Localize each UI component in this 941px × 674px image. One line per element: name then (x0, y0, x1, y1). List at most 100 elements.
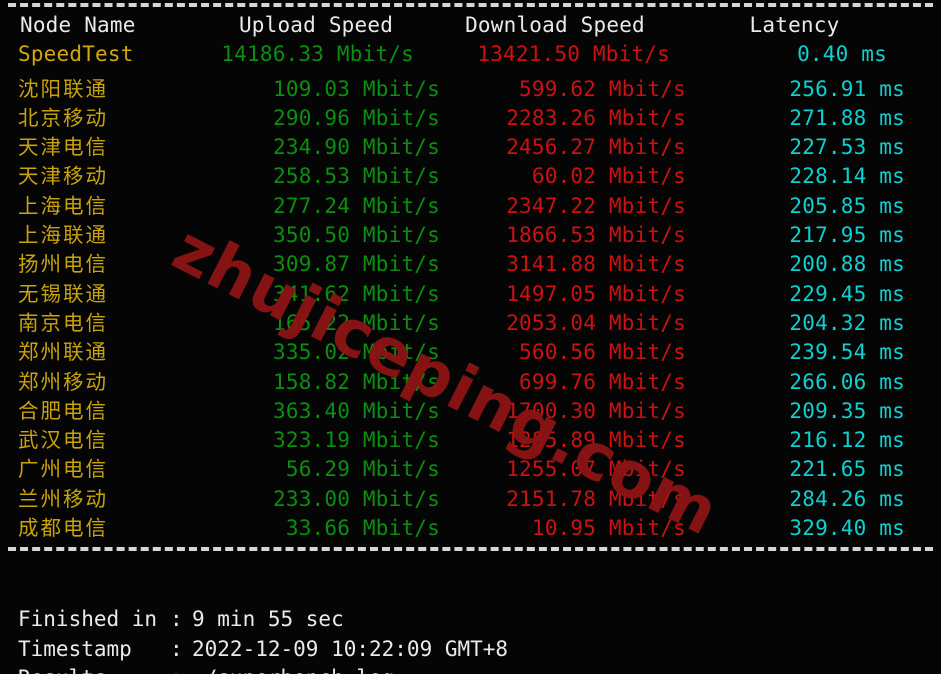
summary-value: ./superbench.log (192, 666, 394, 674)
table-row: 南京电信 165.22 Mbit/s 2053.04 Mbit/s 204.32 ms (0, 306, 941, 335)
table-row: 郑州移动 158.82 Mbit/s 699.76 Mbit/s 266.06 ms (0, 365, 941, 394)
cell-node-name: 北京移动 (18, 105, 108, 130)
summary-colon: : (170, 636, 183, 661)
cell-node-name: 无锡联通 (18, 281, 108, 306)
cell-download-speed: 1866.53 Mbit/s (506, 223, 686, 248)
table-row: 武汉电信 323.19 Mbit/s 1285.89 Mbit/s 216.12 ms (0, 423, 941, 452)
cell-node-name: 广州电信 (18, 457, 108, 482)
cell-download-speed: 1285.89 Mbit/s (506, 428, 686, 453)
table-row: 天津电信 234.90 Mbit/s 2456.27 Mbit/s 227.53 ms (0, 130, 941, 159)
cell-upload-speed: 258.53 Mbit/s (273, 164, 440, 189)
cell-latency: 284.26 ms (789, 486, 905, 511)
cell-node-name: 兰州移动 (18, 486, 108, 511)
column-header-upload-speed: Upload Speed (238, 13, 394, 37)
cell-latency: 229.45 ms (789, 281, 905, 306)
summary-colon: : (170, 666, 192, 674)
cell-download-speed: 699.76 Mbit/s (519, 369, 686, 394)
cell-upload-speed: 277.24 Mbit/s (273, 193, 440, 218)
table-row: 兰州移动 233.00 Mbit/s 2151.78 Mbit/s 284.26 ms (0, 482, 941, 511)
cell-latency: 221.65 ms (789, 457, 905, 482)
cell-latency: 228.14 ms (789, 164, 905, 189)
summary-value: 9 min 55 sec (192, 607, 344, 632)
cell-node-name: 成都电信 (18, 516, 108, 541)
cell-node-name: 扬州电信 (18, 252, 108, 277)
cell-node-name: 郑州联通 (18, 340, 108, 365)
cell-upload-speed: 56.29 Mbit/s (285, 457, 440, 482)
cell-latency: 227.53 ms (789, 135, 905, 160)
cell-download-speed: 2053.04 Mbit/s (506, 310, 686, 335)
cell-upload-speed: 109.03 Mbit/s (273, 76, 440, 101)
cell-latency: 271.88 ms (789, 105, 905, 130)
cell-latency: 329.40 ms (789, 516, 905, 541)
cell-download-speed: 2151.78 Mbit/s (506, 486, 686, 511)
cell-download-speed: 13421.50 Mbit/s (477, 42, 670, 67)
cell-upload-speed: 234.90 Mbit/s (273, 135, 440, 160)
summary-label: Results (18, 666, 170, 674)
cell-download-speed: 10.95 Mbit/s (531, 516, 686, 541)
summary-label: Timestamp (18, 636, 132, 661)
summary-line: Finished in:9 min 55 sec (18, 607, 941, 637)
summary-colon: : (170, 607, 183, 632)
cell-node-name: 武汉电信 (18, 428, 108, 453)
summary-value: 2022-12-09 10:22:09 GMT+8 (192, 636, 509, 661)
table-row: 广州电信 56.29 Mbit/s 1255.07 Mbit/s 221.65 ms (0, 452, 941, 481)
cell-latency: 256.91 ms (789, 76, 905, 101)
cell-upload-speed: 233.00 Mbit/s (273, 486, 440, 511)
cell-node-name: 合肥电信 (18, 398, 108, 423)
table-row: 扬州电信 309.87 Mbit/s 3141.88 Mbit/s 200.88 ms (0, 247, 941, 276)
cell-download-speed: 1255.07 Mbit/s (506, 457, 686, 482)
terminal-window: Node Name Upload Speed Download Speed La… (0, 0, 941, 674)
cell-latency: 205.85 ms (789, 193, 905, 218)
table-row: 上海电信 277.24 Mbit/s 2347.22 Mbit/s 205.85 ms (0, 189, 941, 218)
cell-upload-speed: 290.96 Mbit/s (273, 105, 440, 130)
summary-label: Finished in (18, 607, 158, 632)
column-header-download-speed: Download Speed (465, 13, 645, 37)
column-header-node-name: Node Name (20, 13, 136, 37)
cell-upload-speed: 14186.33 Mbit/s (221, 42, 414, 67)
table-row: 无锡联通 341.62 Mbit/s 1497.05 Mbit/s 229.45 ms (0, 277, 941, 306)
table-row: 成都电信 33.66 Mbit/s 10.95 Mbit/s 329.40 ms (0, 511, 941, 540)
summary-footer: Finished in:9 min 55 sec Timestamp:2022-1… (0, 551, 941, 674)
table-row: 郑州联通 335.02 Mbit/s 560.56 Mbit/s 239.54 ms (0, 335, 941, 364)
cell-download-speed: 599.62 Mbit/s (519, 76, 686, 101)
table-row: 天津移动 258.53 Mbit/s 60.02 Mbit/s 228.14 ms (0, 159, 941, 188)
cell-latency: 217.95 ms (789, 223, 905, 248)
table-row: SpeedTest 14186.33 Mbit/s 13421.50 Mbit/s 0… (0, 42, 941, 71)
cell-upload-speed: 309.87 Mbit/s (273, 252, 440, 277)
cell-node-name: 郑州移动 (18, 369, 108, 394)
cell-latency: 266.06 ms (789, 369, 905, 394)
speedtest-results-table: Node Name Upload Speed Download Speed La… (0, 7, 941, 540)
cell-download-speed: 2283.26 Mbit/s (506, 105, 686, 130)
table-row: 沈阳联通 109.03 Mbit/s 599.62 Mbit/s 256.91 ms (0, 72, 941, 101)
cell-download-speed: 560.56 Mbit/s (519, 340, 686, 365)
cell-node-name: 沈阳联通 (18, 76, 108, 101)
cell-upload-speed: 165.22 Mbit/s (273, 310, 440, 335)
cell-upload-speed: 335.02 Mbit/s (273, 340, 440, 365)
cell-upload-speed: 323.19 Mbit/s (273, 428, 440, 453)
cell-upload-speed: 341.62 Mbit/s (273, 281, 440, 306)
summary-line: Results:./superbench.log (18, 666, 941, 674)
cell-download-speed: 3141.88 Mbit/s (506, 252, 686, 277)
table-header-row: Node Name Upload Speed Download Speed La… (0, 13, 941, 42)
cell-latency: 204.32 ms (789, 310, 905, 335)
table-row: 上海联通 350.50 Mbit/s 1866.53 Mbit/s 217.95 ms (0, 218, 941, 247)
table-row: 北京移动 290.96 Mbit/s 2283.26 Mbit/s 271.88 ms (0, 101, 941, 130)
cell-upload-speed: 158.82 Mbit/s (273, 369, 440, 394)
cell-latency: 209.35 ms (789, 398, 905, 423)
table-row: 合肥电信 363.40 Mbit/s 1700.30 Mbit/s 209.35 ms (0, 394, 941, 423)
cell-latency: 200.88 ms (789, 252, 905, 277)
cell-download-speed: 60.02 Mbit/s (531, 164, 686, 189)
cell-node-name: 天津移动 (18, 164, 108, 189)
cell-latency: 239.54 ms (789, 340, 905, 365)
cell-upload-speed: 363.40 Mbit/s (273, 398, 440, 423)
cell-upload-speed: 33.66 Mbit/s (285, 516, 440, 541)
cell-latency: 0.40 ms (797, 42, 887, 67)
cell-upload-speed: 350.50 Mbit/s (273, 223, 440, 248)
column-header-latency: Latency (749, 13, 840, 37)
cell-download-speed: 1700.30 Mbit/s (506, 398, 686, 423)
cell-node-name: SpeedTest (18, 42, 134, 67)
cell-node-name: 上海电信 (18, 193, 108, 218)
summary-line: Timestamp:2022-12-09 10:22:09 GMT+8 (18, 637, 941, 667)
cell-node-name: 上海联通 (18, 223, 108, 248)
cell-node-name: 天津电信 (18, 135, 108, 160)
